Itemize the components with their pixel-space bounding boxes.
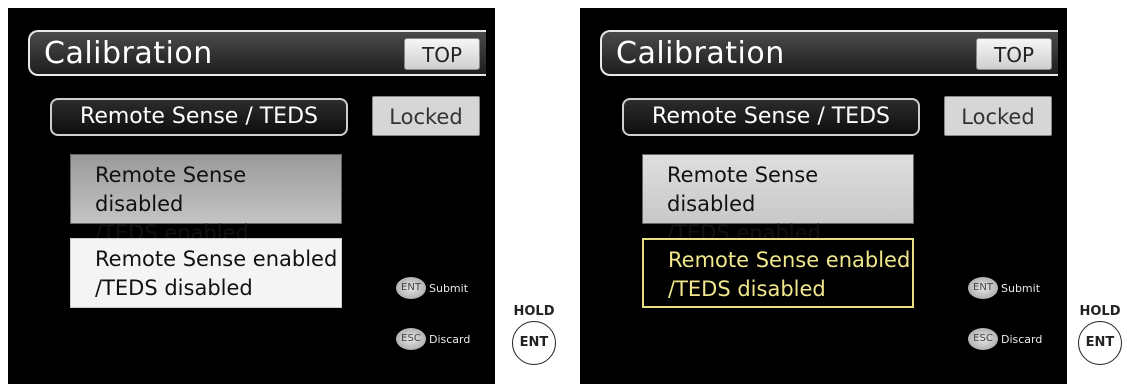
hold-caption: HOLD	[1079, 304, 1121, 319]
option-remote-sense-disabled[interactable]: Remote Sense disabled /TEDS enabled	[642, 154, 914, 245]
discard-label: Discard	[1001, 332, 1043, 346]
mode-label: Remote Sense / TEDS	[50, 98, 348, 136]
top-button[interactable]: TOP	[404, 38, 480, 70]
title-bar: Calibration TOP	[28, 30, 486, 76]
option-remote-sense-enabled[interactable]: Remote Sense enabled /TEDS disabled	[70, 238, 342, 308]
option-line2: /TEDS disabled	[668, 277, 826, 301]
submit-softkey[interactable]: ENT Submit	[396, 277, 468, 299]
discard-softkey[interactable]: ESC Discard	[396, 328, 470, 350]
locked-button[interactable]: Locked	[372, 96, 480, 136]
hold-caption: HOLD	[513, 304, 555, 319]
ent-key-icon: ENT	[968, 277, 998, 299]
option-remote-sense-enabled-selected[interactable]: Remote Sense enabled /TEDS disabled	[642, 238, 914, 308]
ent-key-icon: ENT	[396, 277, 426, 299]
submit-label: Submit	[429, 281, 469, 295]
mode-label: Remote Sense / TEDS	[622, 98, 920, 136]
option-line1: Remote Sense disabled	[667, 163, 819, 216]
discard-label: Discard	[429, 332, 471, 346]
page-title: Calibration	[616, 36, 785, 71]
ent-button-icon: ENT	[512, 321, 556, 365]
submit-label: Submit	[1001, 281, 1041, 295]
calibration-screen-before: Calibration TOP Remote Sense / TEDS Lock…	[8, 8, 495, 384]
option-line1: Remote Sense disabled	[95, 163, 247, 216]
top-button[interactable]: TOP	[976, 38, 1052, 70]
option-line2: /TEDS disabled	[95, 276, 253, 300]
locked-button[interactable]: Locked	[944, 96, 1052, 136]
option-line1: Remote Sense enabled	[668, 248, 911, 272]
esc-key-icon: ESC	[396, 328, 426, 350]
discard-softkey[interactable]: ESC Discard	[968, 328, 1042, 350]
hold-ent-key[interactable]: HOLD ENT	[508, 304, 560, 365]
title-bar: Calibration TOP	[600, 30, 1058, 76]
submit-softkey[interactable]: ENT Submit	[968, 277, 1040, 299]
option-remote-sense-disabled[interactable]: Remote Sense disabled /TEDS enabled	[70, 154, 342, 245]
option-line1: Remote Sense enabled	[95, 247, 338, 271]
ent-button-icon: ENT	[1078, 321, 1122, 365]
esc-key-icon: ESC	[968, 328, 998, 350]
page-title: Calibration	[44, 36, 213, 71]
hold-ent-key[interactable]: HOLD ENT	[1074, 304, 1126, 365]
calibration-screen-after: Calibration TOP Remote Sense / TEDS Lock…	[580, 8, 1067, 384]
